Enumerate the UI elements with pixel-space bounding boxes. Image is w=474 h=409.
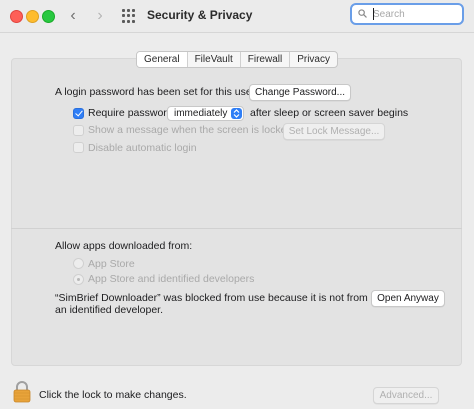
radio-app-store-label: App Store <box>88 258 135 270</box>
search-field[interactable] <box>350 3 464 25</box>
back-chevron-icon[interactable]: ‹ <box>63 6 83 26</box>
show-message-checkbox[interactable] <box>73 125 84 136</box>
window-toolbar: ‹ › Security & Privacy <box>0 0 474 33</box>
set-lock-message-button[interactable]: Set Lock Message... <box>283 123 385 140</box>
close-window-button[interactable] <box>10 10 23 23</box>
section-divider <box>11 228 462 229</box>
lock-status-text: Click the lock to make changes. <box>39 389 187 401</box>
require-password-value: immediately <box>174 108 228 119</box>
radio-app-store[interactable] <box>73 258 84 269</box>
login-password-text: A login password has been set for this u… <box>55 86 256 98</box>
grid-icon[interactable] <box>122 9 136 23</box>
change-password-button[interactable]: Change Password... <box>249 84 351 101</box>
disable-auto-login-checkbox[interactable] <box>73 142 84 153</box>
disable-auto-login-label: Disable automatic login <box>88 142 197 154</box>
tab-privacy[interactable]: Privacy <box>290 52 337 67</box>
tab-filevault[interactable]: FileVault <box>188 52 241 67</box>
search-icon <box>358 9 367 18</box>
radio-identified-developers-label: App Store and identified developers <box>88 273 255 285</box>
allow-apps-heading: Allow apps downloaded from: <box>55 240 193 252</box>
search-input[interactable] <box>373 7 458 21</box>
radio-identified-developers[interactable] <box>73 274 84 285</box>
blocked-message-line1: “SimBrief Downloader” was blocked from u… <box>55 292 368 304</box>
open-anyway-button[interactable]: Open Anyway <box>371 290 445 307</box>
general-panel <box>11 58 462 366</box>
lock-icon[interactable] <box>13 381 31 403</box>
window-title: Security & Privacy <box>147 8 253 22</box>
show-message-label: Show a message when the screen is locked <box>88 124 293 136</box>
tab-general[interactable]: General <box>137 52 188 67</box>
minimize-window-button[interactable] <box>26 10 39 23</box>
tab-firewall[interactable]: Firewall <box>241 52 291 67</box>
zoom-window-button[interactable] <box>42 10 55 23</box>
require-password-suffix: after sleep or screen saver begins <box>250 107 409 119</box>
require-password-label: Require password <box>88 107 173 119</box>
blocked-message-line2: an identified developer. <box>55 304 163 316</box>
text-caret <box>373 8 374 20</box>
forward-chevron-icon[interactable]: › <box>90 6 110 26</box>
require-password-checkbox[interactable] <box>73 108 84 119</box>
require-password-select[interactable]: immediately <box>167 106 244 121</box>
tab-bar: General FileVault Firewall Privacy <box>136 51 338 68</box>
popup-arrows-icon <box>231 108 242 119</box>
advanced-button[interactable]: Advanced... <box>373 387 439 404</box>
